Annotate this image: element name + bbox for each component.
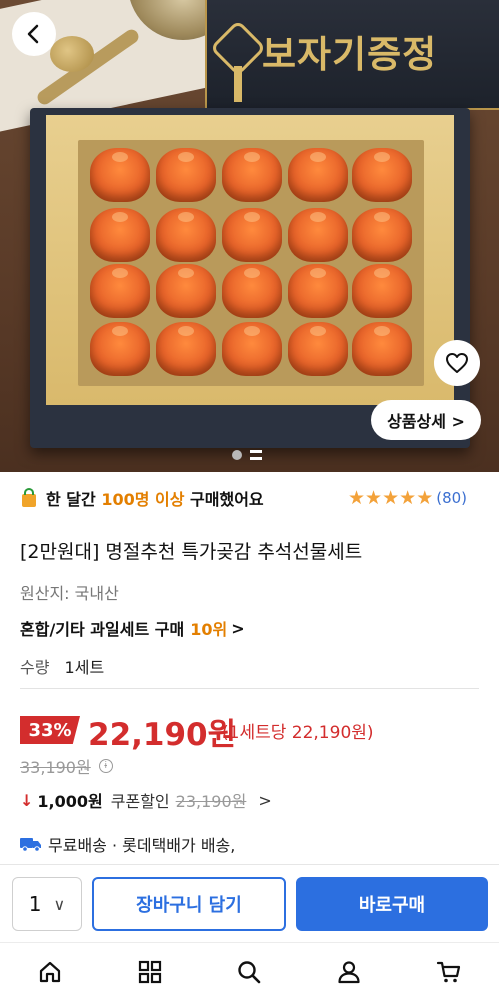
persimmon [156,264,216,318]
category-rank-link[interactable]: 혼합/기타 과일세트 구매 10위 > [20,616,245,640]
persimmon [352,208,412,262]
purchase-stat-suffix: 구매했어요 [190,490,264,509]
sale-price: 22,190원 [88,717,237,753]
star-icon: ★ [382,487,400,509]
add-to-cart-button[interactable]: 장바구니 담기 [92,877,286,931]
chevron-right-icon: > [258,790,272,810]
nav-my-page[interactable] [325,948,373,996]
chevron-right-icon: > [231,618,245,638]
gift-box-tray [78,140,424,386]
unit-price: (1세트당 22,190원) [222,723,374,743]
persimmon [222,208,282,262]
person-icon [338,960,360,983]
pager-dot[interactable] [232,450,242,460]
wishlist-button[interactable] [434,340,480,386]
chevron-left-icon [27,24,39,44]
purchase-bar: 1 ∨ 장바구니 담기 바로구매 [0,864,499,942]
shipping-info: 무료배송 · 롯데택배가 배송, [20,832,235,856]
quantity-value: 1세트 [64,658,105,677]
product-detail-button[interactable]: 상품상세 > [371,400,481,440]
down-arrow-icon: ↓ [20,790,34,810]
star-icon: ★ [399,487,417,509]
product-origin: 원산지: 국내산 [20,584,119,603]
persimmon [90,208,150,262]
persimmon [90,264,150,318]
nav-cart[interactable] [425,948,473,996]
chevron-down-icon: ∨ [53,894,66,914]
divider [20,688,479,689]
persimmon [352,264,412,318]
grid-icon [138,960,161,983]
star-icon: ★ [348,487,366,509]
coupon-label: 쿠폰할인 [110,792,170,811]
persimmon [222,264,282,318]
shopping-bag-icon [22,488,36,507]
buy-now-button[interactable]: 바로구매 [296,877,488,931]
original-price-value: 33,190원 [20,758,91,777]
persimmon [288,322,348,376]
pager-current-icon [250,450,262,460]
product-image[interactable]: 보자기증정 상품상세 > [0,0,499,472]
heart-icon [446,353,468,373]
nav-home[interactable] [26,948,74,996]
original-price: 33,190원 i [20,754,113,778]
discount-badge: 33% [20,716,80,744]
persimmon [222,148,282,202]
persimmon [288,148,348,202]
purchase-stat-prefix: 한 달간 [46,490,96,509]
cart-icon [436,961,461,982]
persimmon [288,208,348,262]
spoon-head-decoration [50,36,94,72]
quantity-label: 수량 [20,658,50,677]
purchase-stat: 한 달간 100명 이상 구매했어요 [20,486,264,510]
bottom-nav [0,942,499,1000]
nav-category[interactable] [126,948,174,996]
persimmon [288,264,348,318]
persimmon [352,148,412,202]
purchase-stat-highlight: 100명 이상 [101,490,185,509]
quantity-select[interactable]: 1 ∨ [12,877,82,931]
persimmon [90,148,150,202]
persimmon [156,208,216,262]
tassel-ornament [234,66,242,102]
quantity-info: 수량 1세트 [20,654,104,678]
review-count-link[interactable]: (80) [436,489,467,507]
coupon-amount: 1,000원 [37,792,103,811]
rating[interactable]: ★ ★ ★ ★ ★ (80) [348,488,467,508]
coupon-strike-price: 23,190원 [175,792,247,811]
quantity-select-value: 1 [28,892,42,916]
star-icon: ★ [416,487,434,509]
back-button[interactable] [12,12,56,56]
info-icon[interactable]: i [98,759,113,773]
home-icon [39,961,60,982]
persimmon [156,322,216,376]
category-rank-text: 혼합/기타 과일세트 구매 [20,620,185,639]
image-pager [232,450,262,460]
star-icon: ★ [365,487,383,509]
product-title: [2만원대] 명절추천 특가곶감 추석선물세트 [20,541,363,563]
persimmon [156,148,216,202]
shipping-text: 무료배송 · 롯데택배가 배송, [48,836,236,855]
nav-search[interactable] [225,948,273,996]
persimmon [222,322,282,376]
coupon-discount-row[interactable]: ↓ 1,000원 쿠폰할인 23,190원 > [20,788,272,812]
category-rank-value: 10위 [190,620,228,639]
gift-banner-text: 보자기증정 [262,32,438,76]
persimmon [352,322,412,376]
truck-icon [20,838,41,852]
persimmon [90,322,150,376]
search-icon [238,960,261,983]
